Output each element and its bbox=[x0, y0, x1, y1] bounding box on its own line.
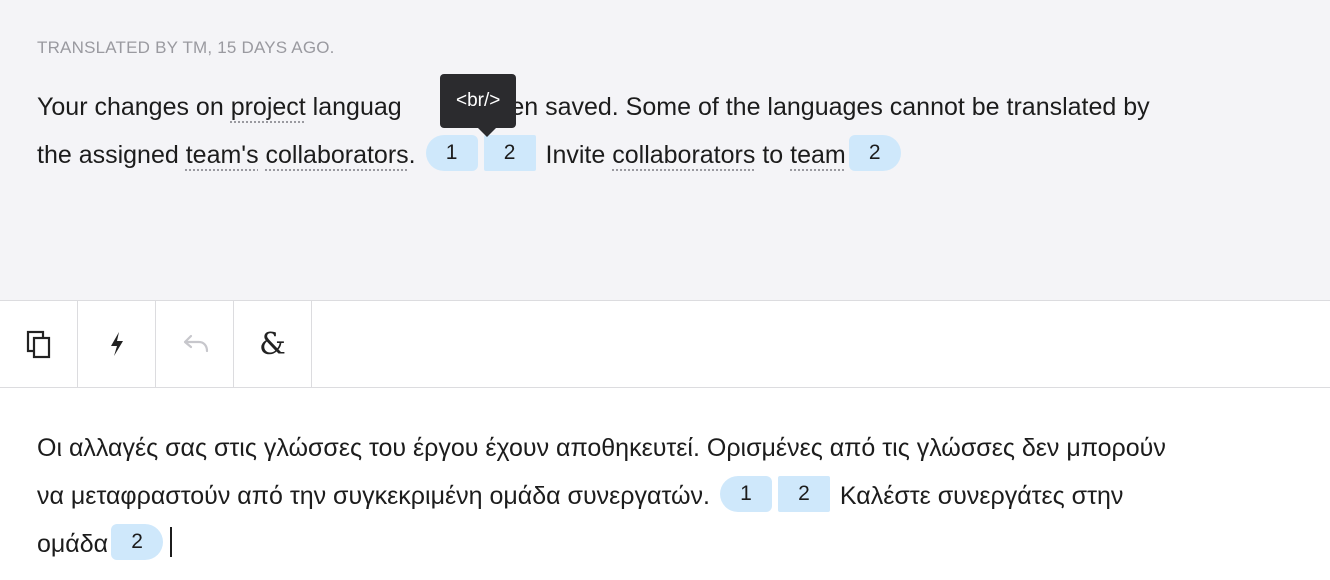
copy-source-button[interactable] bbox=[0, 301, 78, 387]
target-line-2: να μεταφραστούν από την συγκεκριμένη ομά… bbox=[37, 472, 1166, 520]
machine-translate-button[interactable] bbox=[78, 301, 156, 387]
source-text-segment: Your changes on bbox=[37, 93, 231, 121]
source-text-segment: Invite bbox=[545, 141, 613, 169]
undo-icon bbox=[179, 332, 211, 356]
special-characters-button[interactable]: & bbox=[234, 301, 312, 387]
lightning-icon bbox=[107, 330, 127, 358]
undo-button[interactable] bbox=[156, 301, 234, 387]
editor-toolbar: & bbox=[0, 301, 1330, 388]
tag-badge-open-1[interactable]: 1 bbox=[425, 135, 478, 172]
glossary-term-project[interactable]: project bbox=[231, 93, 306, 121]
glossary-term-collaborators-2[interactable]: collaborators bbox=[612, 141, 755, 169]
glossary-term-team[interactable]: team bbox=[790, 141, 846, 169]
tag-badge-open-1[interactable]: 1 bbox=[719, 476, 772, 513]
target-text-segment: Καλέστε συνεργάτες στην bbox=[839, 482, 1124, 510]
source-text-segment: . bbox=[408, 141, 416, 169]
target-line-1: Οι αλλαγές σας στις γλώσσες του έργου έχ… bbox=[37, 434, 1166, 462]
source-panel: TRANSLATED BY TM, 15 DAYS AGO. Your chan… bbox=[0, 0, 1330, 301]
ampersand-icon: & bbox=[259, 326, 286, 362]
source-text-segment: languag bbox=[305, 93, 402, 121]
text-cursor bbox=[170, 527, 173, 558]
source-line-1: Your changes on project languag e been sa… bbox=[37, 83, 1150, 131]
source-text: Your changes on project languag e been sa… bbox=[37, 83, 1150, 179]
copy-icon bbox=[25, 329, 53, 359]
source-text-segment: to bbox=[755, 141, 791, 169]
source-text-segment: the assigned bbox=[37, 141, 186, 169]
translation-meta: TRANSLATED BY TM, 15 DAYS AGO. bbox=[37, 38, 335, 57]
tag-badge-close-2[interactable]: 2 bbox=[848, 135, 901, 172]
source-text-segment: e been saved. Some of the languages cann… bbox=[461, 93, 1150, 121]
glossary-term-collaborators[interactable]: collaborators bbox=[266, 141, 409, 169]
source-text-segment bbox=[259, 141, 266, 169]
tag-tooltip: <br/> bbox=[440, 74, 517, 137]
target-line-3: ομάδα 2 bbox=[37, 520, 1166, 568]
target-text-segment: ομάδα bbox=[37, 530, 109, 558]
tag-badge-2[interactable]: 2 bbox=[483, 135, 536, 172]
translation-editor[interactable]: Οι αλλαγές σας στις γλώσσες του έργου έχ… bbox=[37, 424, 1166, 568]
target-text-segment: να μεταφραστούν από την συγκεκριμένη ομά… bbox=[37, 482, 710, 510]
glossary-term-teams[interactable]: team's bbox=[186, 141, 259, 169]
tag-badge-2[interactable]: 2 bbox=[777, 476, 830, 513]
tag-badge-close-2[interactable]: 2 bbox=[111, 524, 164, 561]
source-line-2: the assigned team's collaborators. 12 In… bbox=[37, 131, 1150, 179]
